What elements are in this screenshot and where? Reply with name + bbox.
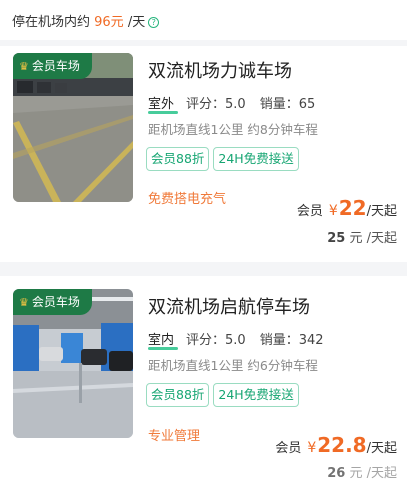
lot-name[interactable]: 双流机场力诚车场 (148, 57, 292, 83)
notice-prefix: 停在机场内约 (12, 15, 95, 30)
notice-price: 96元 (94, 15, 124, 30)
tag-member-discount: 会员88折 (146, 383, 210, 407)
lot-name[interactable]: 双流机场启航停车场 (148, 293, 310, 319)
member-price-value: 22 (338, 196, 367, 220)
parking-lot-card[interactable]: ♛ 会员车场 双流机场力诚车场 室外 评分：5.0 销量：65 距机场直线1公里 约8… (0, 46, 407, 262)
parking-lot-card[interactable]: ♛ 会员车场 双流机场启航停车场 室内 评分：5.0 销量：342 距机场直线1公里 … (0, 276, 407, 483)
rating-label: 评分： (186, 333, 226, 348)
tag-member-discount: 会员88折 (146, 147, 210, 171)
member-price-value: 22.8 (317, 433, 367, 457)
normal-price-unit: 元 /天起 (345, 231, 397, 246)
lot-photo: ♛ 会员车场 (13, 53, 133, 202)
lot-service: 免费搭电充气 (148, 192, 227, 207)
help-icon[interactable]: ? (148, 17, 160, 28)
lot-service: 专业管理 (148, 429, 201, 444)
normal-price-unit: 元 /天起 (345, 466, 397, 481)
lot-meta: 室外 评分：5.0 销量：65 (148, 93, 315, 112)
lot-meta: 室内 评分：5.0 销量：342 (148, 329, 324, 348)
notice-suffix: /天 (123, 15, 146, 30)
member-label: 会员 (296, 204, 323, 219)
lot-tags: 会员88折 24H免费接送 (146, 147, 303, 171)
normal-price: 25 元 /天起 (327, 227, 397, 246)
currency-symbol: ¥ (328, 203, 338, 219)
member-lot-badge: ♛ 会员车场 (13, 53, 92, 79)
sales-value: 342 (298, 333, 324, 348)
member-lot-badge: ♛ 会员车场 (13, 289, 92, 315)
lot-distance: 距机场直线1公里 约8分钟车程 (148, 122, 318, 137)
lot-distance: 距机场直线1公里 约6分钟车程 (148, 358, 318, 373)
lot-photo: ♛ 会员车场 (13, 289, 133, 438)
price-unit: /天起 (366, 204, 397, 219)
member-label: 会员 (275, 441, 302, 456)
rating-label: 评分： (186, 97, 226, 112)
tag-free-shuttle: 24H免费接送 (213, 147, 299, 171)
price-notice: 停在机场内约 96元 /天? (0, 0, 407, 40)
currency-symbol: ¥ (307, 440, 317, 456)
sales-label: 销量： (259, 97, 299, 112)
normal-price: 26 元 /天起 (327, 462, 397, 481)
rating-value: 5.0 (225, 97, 246, 112)
sales-label: 销量： (259, 333, 299, 348)
normal-price-value: 25 (327, 231, 346, 246)
lot-type: 室内 (148, 333, 175, 348)
crown-icon: ♛ (19, 60, 29, 73)
crown-icon: ♛ (19, 296, 29, 309)
lot-type: 室外 (148, 97, 175, 112)
member-price: 会员 ¥22.8/天起 (275, 433, 397, 457)
tag-free-shuttle: 24H免费接送 (213, 383, 299, 407)
sales-value: 65 (298, 97, 316, 112)
price-unit: /天起 (366, 441, 397, 456)
rating-value: 5.0 (225, 333, 246, 348)
lot-tags: 会员88折 24H免费接送 (146, 383, 303, 407)
normal-price-value: 26 (327, 466, 346, 481)
member-price: 会员 ¥22/天起 (297, 196, 397, 220)
